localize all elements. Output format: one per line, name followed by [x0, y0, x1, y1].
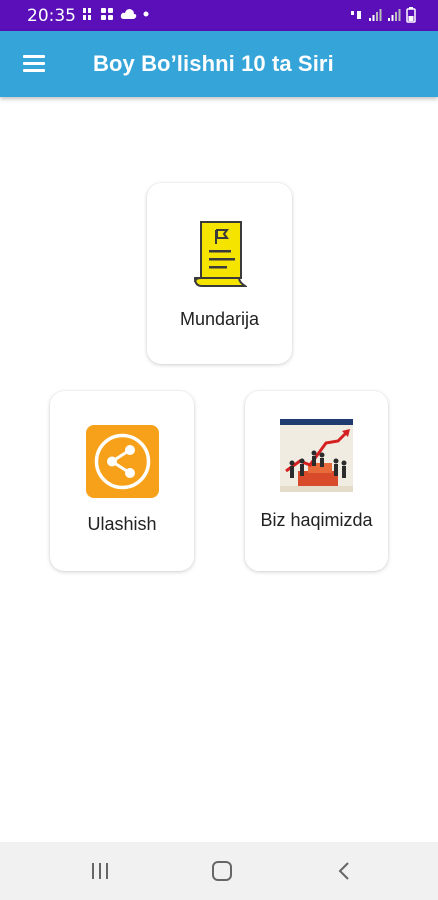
notification-dot-icon: [143, 11, 149, 17]
contents-label: Mundarija: [179, 309, 260, 329]
menu-icon-line: [23, 62, 45, 65]
status-right-icons: [349, 7, 416, 23]
recent-apps-icon[interactable]: [87, 858, 113, 884]
menu-button[interactable]: [22, 52, 48, 76]
share-card[interactable]: Ulashish: [50, 391, 194, 571]
battery-icon: [406, 7, 416, 23]
signal-icon-1: [369, 9, 382, 21]
signal-icon-2: [388, 9, 401, 21]
document-scroll-icon: [193, 221, 247, 287]
status-bar: 20:35: [0, 0, 438, 31]
menu-icon-line: [23, 55, 45, 58]
about-us-card[interactable]: Biz haqimizda: [245, 391, 388, 571]
system-navigation-bar: [0, 842, 438, 900]
cloud-icon: [120, 9, 137, 19]
app-title: Boy Bo’lishni 10 ta Siri: [93, 51, 334, 76]
menu-icon-line: [23, 69, 45, 72]
back-icon[interactable]: [332, 858, 358, 884]
share-icon: [86, 425, 159, 498]
status-left-icons: [82, 7, 149, 21]
data-indicator-icon: [83, 8, 91, 20]
contents-card[interactable]: Mundarija: [147, 183, 292, 364]
about-us-image-icon: [280, 419, 353, 492]
share-label: Ulashish: [87, 514, 157, 534]
network-4g-icon: [351, 11, 361, 19]
status-time: 20:35: [27, 6, 76, 26]
apps-grid-icon: [101, 8, 113, 20]
home-icon[interactable]: [209, 858, 235, 884]
app-bar: Boy Bo’lishni 10 ta Siri: [0, 31, 438, 97]
about-us-label: Biz haqimizda: [260, 510, 373, 530]
